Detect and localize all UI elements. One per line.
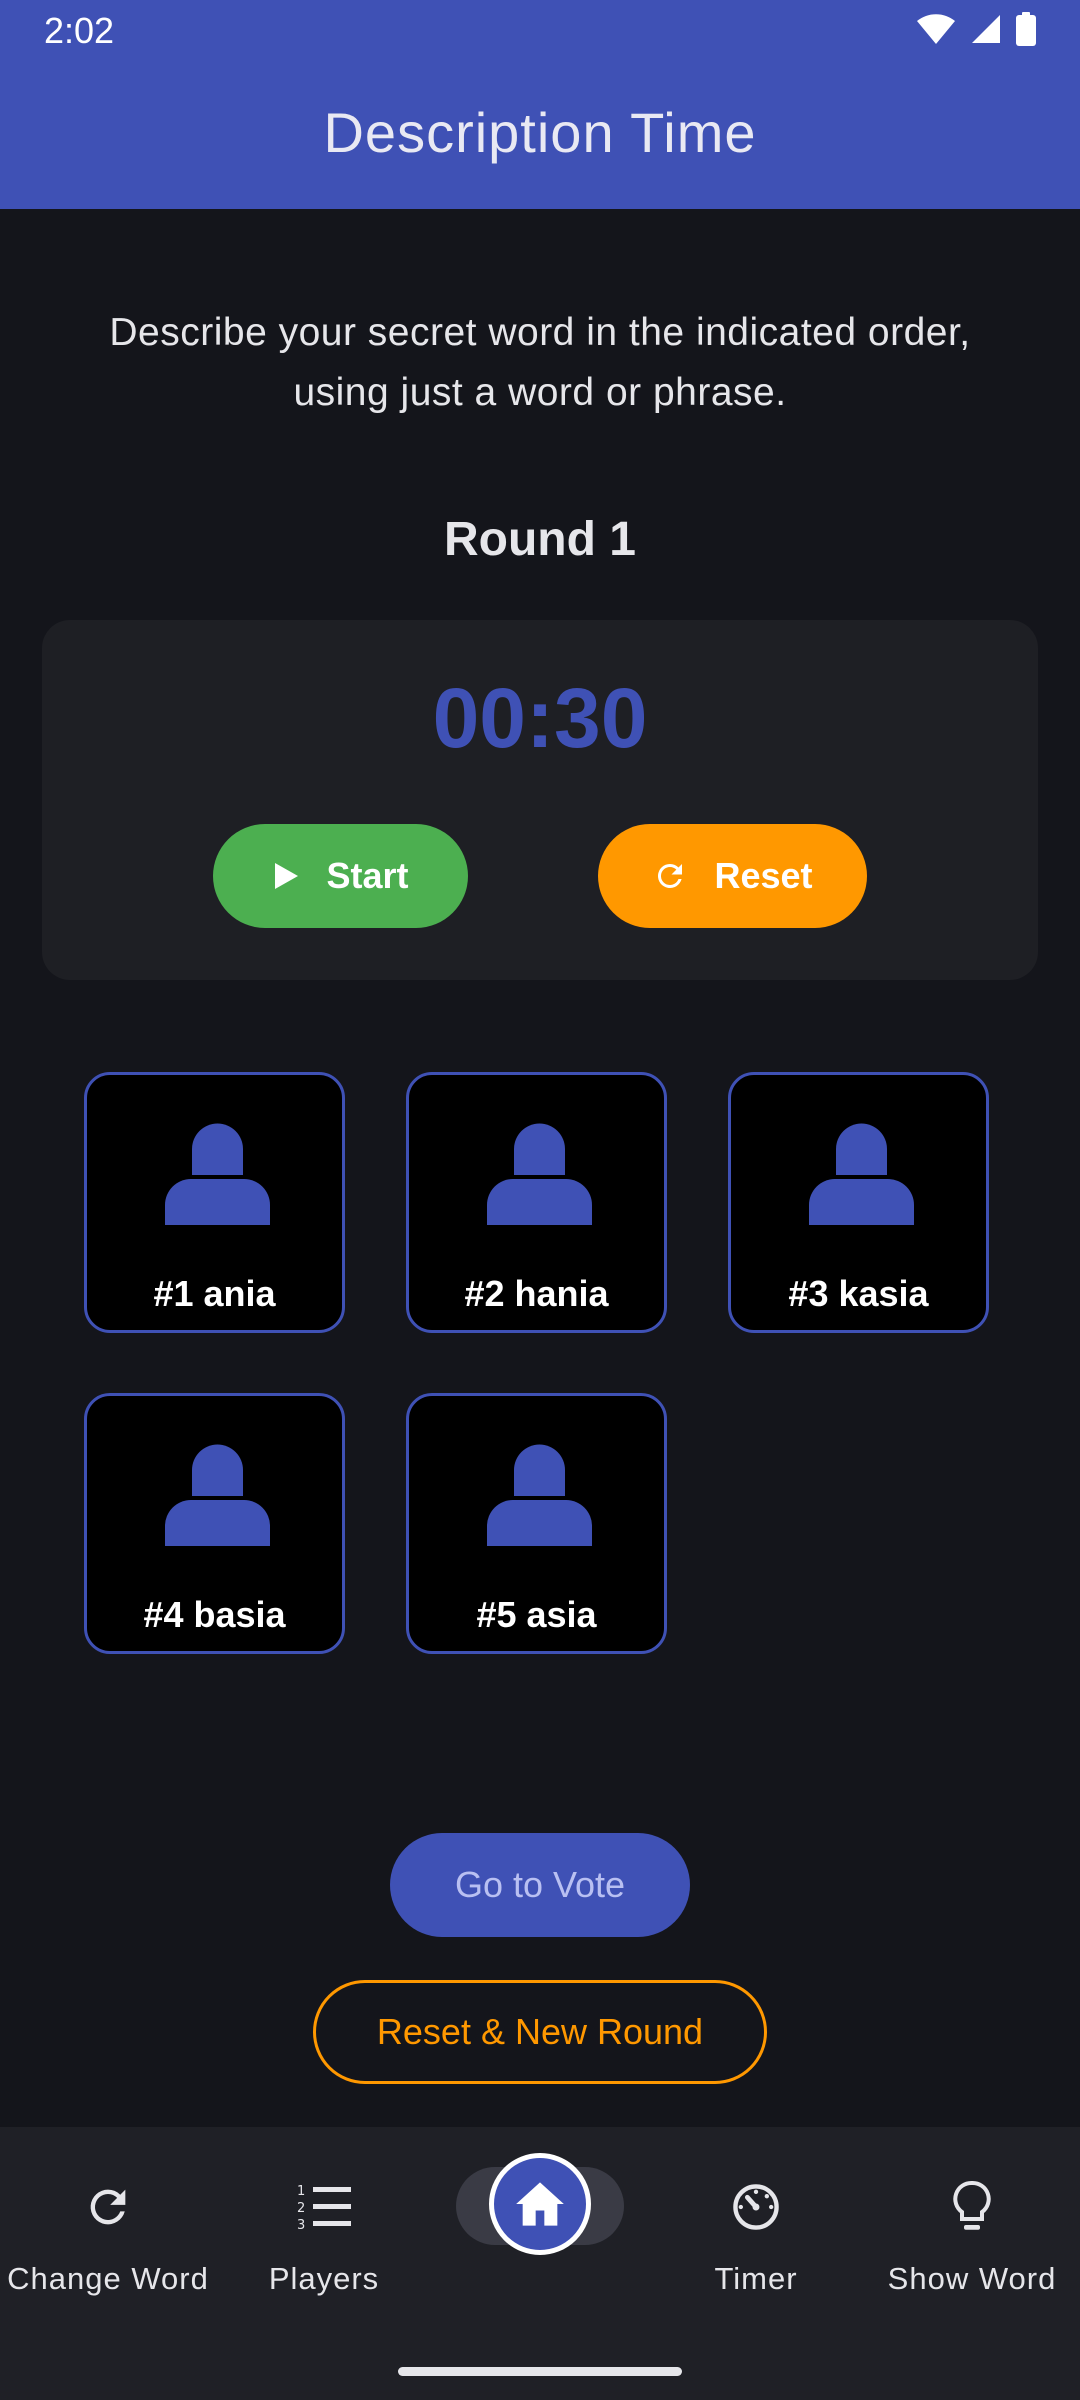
player-name: #5 asia [476,1594,597,1635]
player-name: #2 hania [464,1273,609,1314]
app-bar: 2:02 Description Time [0,0,1080,209]
svg-text:1: 1 [297,2184,305,2199]
reset-new-round-button[interactable]: Reset & New Round [313,1980,767,2084]
player-card[interactable]: #3 kasia [728,1072,989,1333]
status-icons [916,12,1036,46]
instructions-text: Describe your secret word in the indicat… [109,311,971,414]
start-label: Start [326,855,409,896]
timer-card: 00:30 Start Reset [42,620,1038,980]
person-icon [809,1123,914,1225]
timer-display: 00:30 [432,671,648,765]
start-button[interactable]: Start [213,824,468,928]
wifi-icon [917,14,955,45]
player-name: #1 ania [153,1273,276,1314]
player-card[interactable]: #5 asia [406,1393,667,1654]
svg-text:2: 2 [297,2201,305,2216]
nav-item-players[interactable]: 1 2 3 Players [216,2177,432,2297]
person-icon [487,1444,592,1546]
nav-label: Timer [714,2261,798,2296]
signal-icon [972,15,1000,43]
nav-item-show-word[interactable]: Show Word [864,2177,1080,2297]
nav-label: Change Word [7,2261,209,2296]
status-time: 2:02 [44,10,115,51]
nav-label: Players [268,2261,380,2296]
lightbulb-icon [953,2181,991,2230]
home-button[interactable] [489,2153,591,2255]
reset-button[interactable]: Reset [598,824,867,928]
nav-item-timer[interactable]: Timer [648,2177,864,2297]
page-title: Description Time [323,101,757,164]
person-icon [487,1123,592,1225]
svg-text:3: 3 [297,2218,305,2232]
refresh-icon [90,2189,126,2225]
home-icon [516,2182,564,2226]
timer-icon [733,2184,779,2230]
person-icon [165,1444,270,1546]
gesture-bar[interactable] [398,2367,682,2376]
player-name: #4 basia [143,1594,286,1635]
refresh-icon [658,864,683,888]
player-card[interactable]: #1 ania [84,1072,345,1333]
player-card[interactable]: #2 hania [406,1072,667,1333]
player-name: #3 kasia [788,1273,929,1314]
player-card[interactable]: #4 basia [84,1393,345,1654]
numbered-list-icon: 1 2 3 [297,2184,351,2232]
go-to-vote-button[interactable]: Go to Vote [390,1833,690,1937]
reset-label: Reset [714,855,813,896]
nav-label: Show Word [887,2261,1057,2296]
battery-icon [1016,12,1036,46]
bottom-nav: Change Word 1 2 3 Players Timer Show Wor… [0,2127,1080,2400]
person-icon [165,1123,270,1225]
play-icon [275,863,299,889]
nav-item-change-word[interactable]: Change Word [0,2177,216,2297]
round-label: Round 1 [444,513,636,566]
